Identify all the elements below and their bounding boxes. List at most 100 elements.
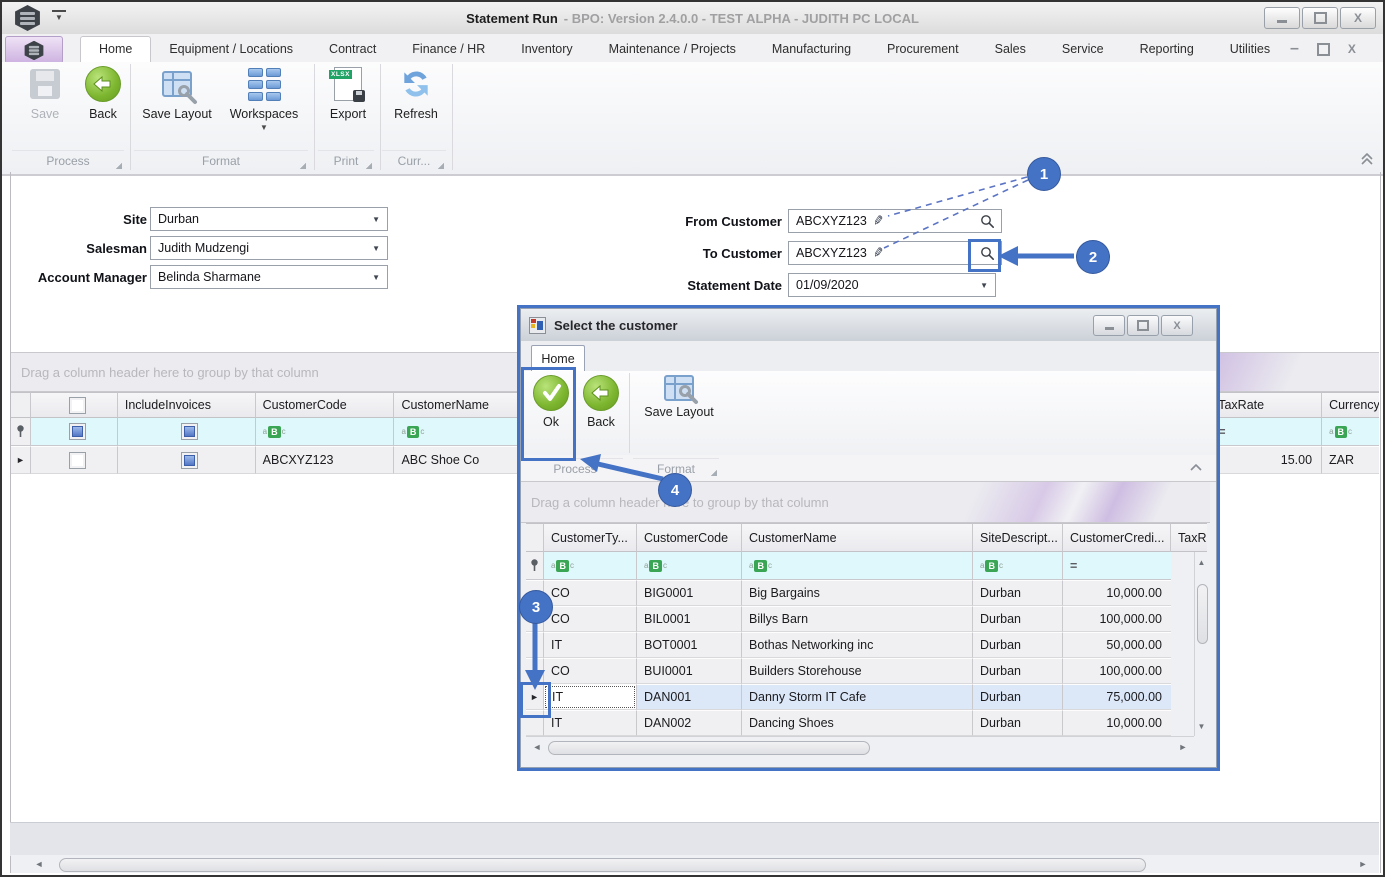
filter-select-cell[interactable] [30, 418, 118, 446]
group-launcher-icon[interactable] [437, 162, 444, 169]
column-header-tax-rate[interactable]: TaxRate [1211, 392, 1323, 418]
customer-row[interactable]: CO BUI0001 Builders Storehouse Durban 10… [526, 658, 1194, 684]
tab-contract[interactable]: Contract [311, 37, 394, 62]
group-launcher-icon[interactable] [299, 162, 306, 169]
row-include-invoices-cell[interactable] [117, 446, 256, 474]
refresh-button[interactable]: Refresh [386, 66, 446, 140]
column-header-tax-rate[interactable]: TaxRa [1171, 523, 1207, 552]
customer-row[interactable]: CO BIG0001 Big Bargains Durban 10,000.00 [526, 580, 1194, 606]
row-select-checkbox[interactable] [68, 451, 86, 469]
customer-type-cell[interactable]: CO [544, 658, 637, 684]
collapse-ribbon-icon[interactable] [1358, 152, 1376, 166]
credit-cell[interactable]: 50,000.00 [1063, 632, 1171, 658]
column-header-currency[interactable]: Currency [1322, 392, 1379, 418]
site-cell[interactable]: Durban [973, 580, 1063, 606]
close-button[interactable]: X [1340, 7, 1376, 29]
quick-access-dropdown-icon[interactable]: ▼ [52, 10, 66, 26]
back-button[interactable]: Back [68, 66, 138, 140]
site-cell[interactable]: Durban [973, 632, 1063, 658]
row-tax-rate-cell[interactable]: 15.00 [1211, 446, 1323, 474]
customer-name-cell[interactable]: Billys Barn [742, 606, 973, 632]
minimize-button[interactable] [1264, 7, 1300, 29]
scrollbar-thumb[interactable] [59, 858, 1146, 872]
customer-row-selected[interactable]: ► IT DAN001 Danny Storm IT Cafe Durban 7… [526, 684, 1194, 710]
filter-currency-cell[interactable]: aBc [1322, 418, 1379, 446]
customer-row[interactable]: IT DAN002 Dancing Shoes Durban 10,000.00 [526, 710, 1194, 736]
row-select-cell[interactable] [30, 446, 118, 474]
dialog-save-layout-button[interactable]: Save Layout [639, 375, 719, 419]
customer-type-cell[interactable]: IT [544, 684, 637, 710]
save-layout-button[interactable]: Save Layout [140, 66, 214, 140]
tab-reporting[interactable]: Reporting [1122, 37, 1212, 62]
filter-checkbox[interactable] [181, 423, 199, 440]
scroll-down-icon[interactable]: ▼ [1195, 720, 1208, 732]
workspaces-button[interactable]: Workspaces ▼ [224, 66, 304, 140]
filter-tax-rate-cell[interactable]: = [1211, 418, 1323, 446]
row-customer-code-cell[interactable]: ABCXYZ123 [255, 446, 395, 474]
column-header-site-description[interactable]: SiteDescript... [973, 523, 1063, 552]
credit-cell[interactable]: 10,000.00 [1063, 580, 1171, 606]
filter-customer-code-cell[interactable]: aBc [637, 552, 742, 580]
customer-row[interactable]: CO BIL0001 Billys Barn Durban 100,000.00 [526, 606, 1194, 632]
customer-name-cell[interactable]: Bothas Networking inc [742, 632, 973, 658]
dialog-minimize-button[interactable] [1093, 315, 1125, 336]
customer-type-cell[interactable]: CO [544, 606, 637, 632]
column-header-customer-name[interactable]: CustomerName [742, 523, 973, 552]
scrollbar-thumb[interactable] [548, 741, 870, 755]
group-launcher-icon[interactable] [115, 162, 122, 169]
row-currency-cell[interactable]: ZAR [1322, 446, 1379, 474]
account-manager-select[interactable]: Belinda Sharmane ▼ [150, 265, 388, 289]
from-customer-field[interactable]: ABCXYZ123 ✎ [788, 209, 1002, 233]
scrollbar-thumb[interactable] [1197, 584, 1208, 644]
application-menu-button[interactable] [5, 36, 63, 64]
collapse-toolbar-icon[interactable] [1188, 461, 1204, 473]
select-all-column-header[interactable] [30, 392, 118, 418]
filter-checkbox[interactable] [68, 423, 86, 440]
include-invoices-checkbox[interactable] [181, 451, 199, 469]
tab-maintenance-projects[interactable]: Maintenance / Projects [591, 37, 754, 62]
dialog-horizontal-scrollbar[interactable]: ◄ ► [526, 736, 1194, 756]
dialog-group-panel[interactable]: Drag a column header here to group by th… [521, 481, 1210, 523]
customer-code-cell[interactable]: BUI0001 [637, 658, 742, 684]
select-all-checkbox[interactable] [68, 396, 86, 414]
tab-procurement[interactable]: Procurement [869, 37, 977, 62]
group-launcher-icon[interactable] [365, 162, 372, 169]
dialog-back-button[interactable]: Back [579, 375, 623, 429]
tab-manufacturing[interactable]: Manufacturing [754, 37, 869, 62]
customer-type-cell[interactable]: CO [544, 580, 637, 606]
dialog-maximize-button[interactable] [1127, 315, 1159, 336]
mdi-minimize-icon[interactable]: – [1290, 40, 1299, 58]
customer-code-cell[interactable]: BIL0001 [637, 606, 742, 632]
scroll-right-icon[interactable]: ► [1176, 737, 1190, 757]
column-header-customer-type[interactable]: CustomerTy... [544, 523, 637, 552]
customer-name-cell[interactable]: Danny Storm IT Cafe [742, 684, 973, 710]
filter-site-description-cell[interactable]: aBc [973, 552, 1063, 580]
from-customer-search-button[interactable] [980, 214, 995, 229]
customer-name-cell[interactable]: Dancing Shoes [742, 710, 973, 736]
credit-cell[interactable]: 100,000.00 [1063, 658, 1171, 684]
site-cell[interactable]: Durban [973, 658, 1063, 684]
maximize-button[interactable] [1302, 7, 1338, 29]
customer-code-cell[interactable]: DAN002 [637, 710, 742, 736]
column-header-include-invoices[interactable]: IncludeInvoices [117, 392, 256, 418]
dialog-close-button[interactable]: X [1161, 315, 1193, 336]
tab-home[interactable]: Home [80, 36, 152, 62]
customer-name-cell[interactable]: Builders Storehouse [742, 658, 973, 684]
credit-cell[interactable]: 75,000.00 [1063, 684, 1171, 710]
site-cell[interactable]: Durban [973, 710, 1063, 736]
filter-customer-name-cell[interactable]: aBc [742, 552, 973, 580]
tab-utilities[interactable]: Utilities [1212, 37, 1288, 62]
tab-service[interactable]: Service [1044, 37, 1122, 62]
credit-cell[interactable]: 10,000.00 [1063, 710, 1171, 736]
customer-row[interactable]: IT BOT0001 Bothas Networking inc Durban … [526, 632, 1194, 658]
scroll-left-icon[interactable]: ◄ [31, 855, 47, 873]
tab-sales[interactable]: Sales [977, 37, 1044, 62]
column-header-customer-code[interactable]: CustomerCode [255, 392, 395, 418]
filter-customer-code-cell[interactable]: aBc [255, 418, 395, 446]
customer-code-cell[interactable]: DAN001 [637, 684, 742, 710]
salesman-select[interactable]: Judith Mudzengi ▼ [150, 236, 388, 260]
customer-code-cell[interactable]: BOT0001 [637, 632, 742, 658]
tab-equipment-locations[interactable]: Equipment / Locations [151, 37, 311, 62]
filter-include-invoices-cell[interactable] [117, 418, 256, 446]
scroll-up-icon[interactable]: ▲ [1195, 556, 1208, 568]
